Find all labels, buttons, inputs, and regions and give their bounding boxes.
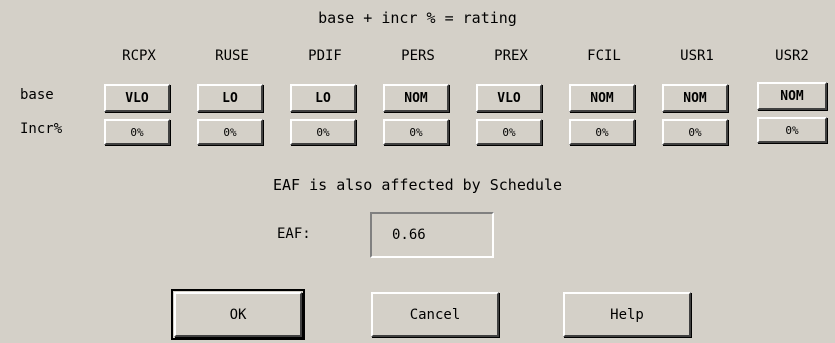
incr-ruse-button[interactable]: 0% xyxy=(197,119,263,145)
col-header-ruse: RUSE xyxy=(215,48,249,64)
incr-pdif-button[interactable]: 0% xyxy=(290,119,356,145)
col-header-usr1: USR1 xyxy=(680,48,714,64)
ok-button[interactable]: OK xyxy=(171,289,305,340)
incr-pers-button[interactable]: 0% xyxy=(383,119,449,145)
eaf-label: EAF: xyxy=(277,226,311,242)
base-usr1-button[interactable]: NOM xyxy=(662,84,728,112)
base-prex-button[interactable]: VLO xyxy=(476,84,542,112)
col-header-usr2: USR2 xyxy=(775,48,809,64)
eaf-value-field: 0.66 xyxy=(370,212,494,258)
base-usr2-button[interactable]: NOM xyxy=(757,82,827,110)
incr-usr2-button[interactable]: 0% xyxy=(757,117,827,143)
incr-usr1-button[interactable]: 0% xyxy=(662,119,728,145)
eaf-value: 0.66 xyxy=(392,227,426,243)
col-header-prex: PREX xyxy=(494,48,528,64)
base-pdif-button[interactable]: LO xyxy=(290,84,356,112)
cancel-button[interactable]: Cancel xyxy=(371,292,499,337)
col-header-rcpx: RCPX xyxy=(122,48,156,64)
incr-fcil-button[interactable]: 0% xyxy=(569,119,635,145)
base-ruse-button[interactable]: LO xyxy=(197,84,263,112)
schedule-note: EAF is also affected by Schedule xyxy=(273,176,562,194)
incr-prex-button[interactable]: 0% xyxy=(476,119,542,145)
help-button[interactable]: Help xyxy=(563,292,691,337)
row-label-base: base xyxy=(20,87,54,103)
row-label-incr: Incr% xyxy=(20,121,63,137)
col-header-fcil: FCIL xyxy=(587,48,621,64)
base-fcil-button[interactable]: NOM xyxy=(569,84,635,112)
col-header-pdif: PDIF xyxy=(308,48,342,64)
base-rcpx-button[interactable]: VLO xyxy=(104,84,170,112)
dialog-title: base + incr % = rating xyxy=(318,9,517,27)
eaf-dialog: base + incr % = rating RCPX RUSE PDIF PE… xyxy=(0,0,835,343)
col-header-pers: PERS xyxy=(401,48,435,64)
base-pers-button[interactable]: NOM xyxy=(383,84,449,112)
incr-rcpx-button[interactable]: 0% xyxy=(104,119,170,145)
